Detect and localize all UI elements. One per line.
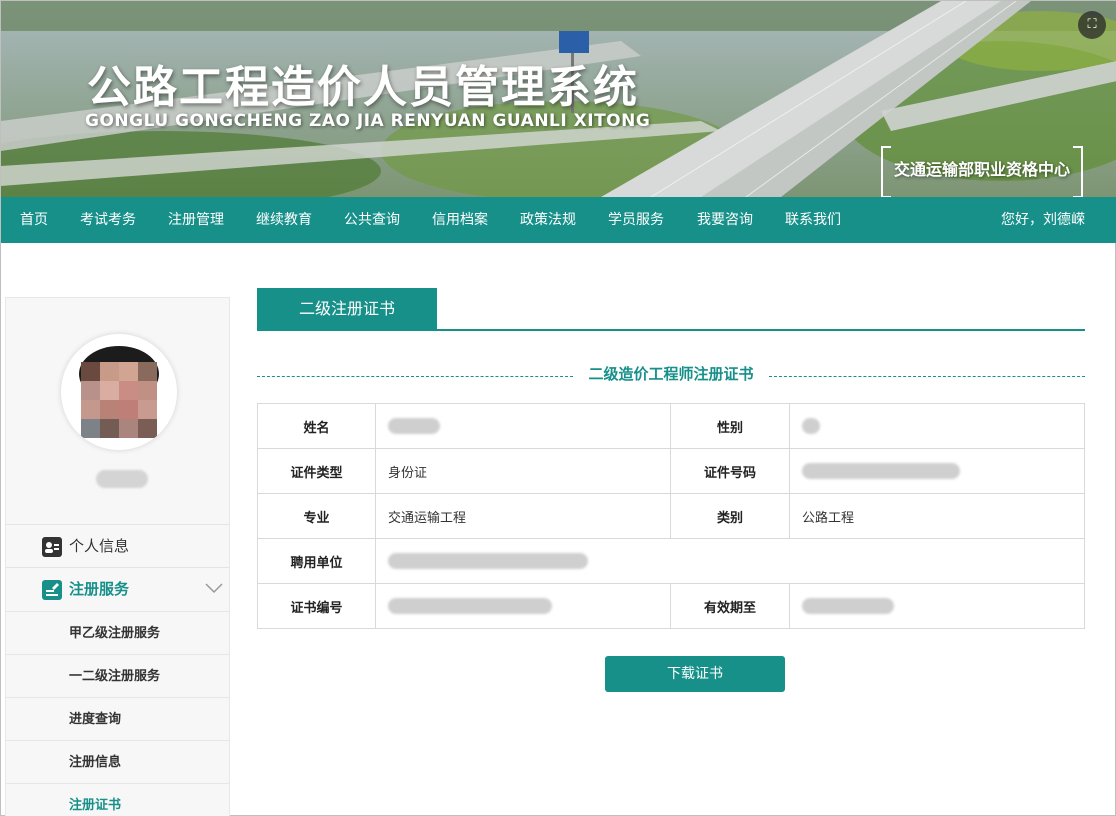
category-label: 类别 — [670, 493, 790, 539]
chevron-down-icon[interactable] — [204, 580, 224, 599]
id-type-value: 身份证 — [375, 448, 671, 494]
id-card-icon — [42, 537, 62, 557]
user-greeting[interactable]: 您好，刘德嵘 — [1001, 197, 1085, 243]
id-number-label: 证件号码 — [670, 448, 790, 494]
redacted-value — [388, 553, 588, 569]
name-value — [375, 403, 671, 449]
sidebar-item-registration-services[interactable]: 注册服务 — [6, 567, 229, 610]
sidebar-item-personal-info[interactable]: 个人信息 — [6, 524, 229, 567]
nav-home[interactable]: 首页 — [20, 197, 48, 243]
submenu-label-active: 注册证书 — [69, 798, 122, 813]
employer-label: 聘用单位 — [257, 538, 376, 584]
submenu-label: 一二级注册服务 — [69, 669, 161, 684]
submenu-item-registration-info[interactable]: 注册信息 — [6, 740, 229, 783]
submenu-item-certificate[interactable]: 注册证书 — [6, 783, 229, 816]
nav-contact[interactable]: 联系我们 — [785, 197, 841, 243]
sidebar-item-label: 注册服务 — [69, 580, 130, 598]
sidebar: 个人信息 注册服务 甲乙级注册服务 一二级注册服务 进度查询 注册信息 注册证书 — [5, 297, 230, 816]
site-subtitle: GONGLU GONGCHENG ZAO JIA RENYUAN GUANLI … — [85, 111, 651, 131]
table-row: 证书编号 有效期至 — [257, 583, 1085, 629]
table-row: 姓名 性别 — [257, 403, 1085, 449]
cert-number-value — [375, 583, 671, 629]
nav-continuing-education[interactable]: 继续教育 — [256, 197, 312, 243]
submenu-label: 进度查询 — [69, 712, 122, 727]
valid-until-label: 有效期至 — [670, 583, 790, 629]
name-label: 姓名 — [257, 403, 376, 449]
tab-underline — [257, 329, 1085, 331]
id-type-label: 证件类型 — [257, 448, 376, 494]
employer-value — [375, 538, 1085, 584]
id-number-value — [789, 448, 1085, 494]
download-certificate-button[interactable]: 下载证书 — [605, 656, 785, 692]
nav-credit-records[interactable]: 信用档案 — [432, 197, 488, 243]
submenu-item-progress-query[interactable]: 进度查询 — [6, 697, 229, 740]
major-value: 交通运输工程 — [375, 493, 671, 539]
certificate-info-table: 姓名 性别 证件类型 身份证 证件号码 专业 交通运输工程 类别 公路工程 聘用… — [257, 403, 1085, 629]
submenu-item-class-ab[interactable]: 甲乙级注册服务 — [6, 611, 229, 654]
redacted-value — [802, 598, 894, 614]
redacted-value — [388, 598, 552, 614]
nav-exams[interactable]: 考试考务 — [80, 197, 136, 243]
title-divider-left — [257, 376, 573, 377]
nav-registration[interactable]: 注册管理 — [168, 197, 224, 243]
submenu-item-level-12[interactable]: 一二级注册服务 — [6, 654, 229, 697]
site-title: 公路工程造价人员管理系统 — [87, 62, 639, 113]
gender-label: 性别 — [670, 403, 790, 449]
edit-icon — [42, 580, 62, 600]
nav-policies[interactable]: 政策法规 — [520, 197, 576, 243]
nav-consult[interactable]: 我要咨询 — [697, 197, 753, 243]
org-badge: 交通运输部职业资格中心 — [881, 146, 1083, 197]
main-nav: 首页 考试考务 注册管理 继续教育 公共查询 信用档案 政策法规 学员服务 我要… — [1, 197, 1116, 243]
avatar — [61, 334, 177, 450]
redacted-value — [802, 418, 820, 434]
nav-public-query[interactable]: 公共查询 — [344, 197, 400, 243]
username-redacted — [96, 470, 148, 488]
gender-value — [789, 403, 1085, 449]
title-divider-right — [769, 376, 1085, 377]
major-label: 专业 — [257, 493, 376, 539]
redacted-value — [388, 418, 440, 434]
submenu-label: 注册信息 — [69, 755, 122, 770]
table-row: 证件类型 身份证 证件号码 — [257, 448, 1085, 494]
table-row: 聘用单位 — [257, 538, 1085, 584]
nav-student-services[interactable]: 学员服务 — [608, 197, 664, 243]
certificate-title: 二级造价工程师注册证书 — [588, 365, 754, 383]
category-value: 公路工程 — [789, 493, 1085, 539]
table-row: 专业 交通运输工程 类别 公路工程 — [257, 493, 1085, 539]
sidebar-item-label: 个人信息 — [69, 537, 130, 555]
submenu-label: 甲乙级注册服务 — [69, 626, 161, 641]
redacted-value — [802, 463, 960, 479]
cert-number-label: 证书编号 — [257, 583, 376, 629]
tab-level2-certificate[interactable]: 二级注册证书 — [257, 288, 437, 330]
expand-icon[interactable]: ⛶ — [1078, 11, 1106, 39]
valid-until-value — [789, 583, 1085, 629]
avatar-image-pixelated — [79, 346, 159, 438]
header-banner: 公路工程造价人员管理系统 GONGLU GONGCHENG ZAO JIA RE… — [1, 1, 1116, 197]
